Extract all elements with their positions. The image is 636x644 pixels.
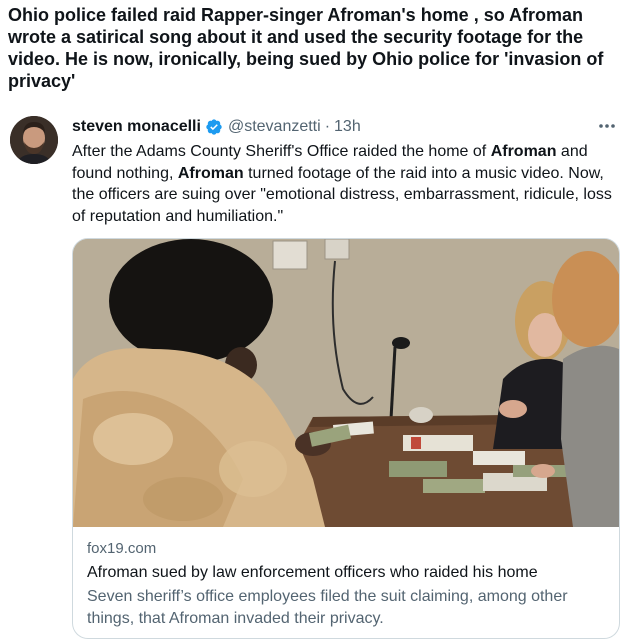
post-headline: Ohio police failed raid Rapper-singer Af… xyxy=(8,5,604,91)
tweet-text-bold: Afroman xyxy=(490,143,557,160)
timestamp[interactable]: 13h xyxy=(334,118,361,136)
more-button[interactable] xyxy=(596,118,618,134)
card-domain: fox19.com xyxy=(87,540,157,557)
author-handle[interactable]: @stevanzetti xyxy=(228,118,321,136)
tweet-text-part: After the Adams County Sheriff's Office … xyxy=(72,143,491,160)
link-card[interactable]: fox19.com Afroman sued by law enforcemen… xyxy=(72,238,620,639)
tweet-header: steven monacelli @stevanzetti · 13h xyxy=(72,117,361,137)
separator-dot: · xyxy=(324,118,331,135)
author-name[interactable]: steven monacelli xyxy=(72,118,201,136)
more-dots-icon xyxy=(599,124,615,128)
avatar[interactable] xyxy=(10,116,58,164)
card-photo xyxy=(73,239,619,527)
card-description: Seven sheriff’s office employees filed t… xyxy=(87,588,568,627)
tweet-text: After the Adams County Sheriff's Office … xyxy=(72,141,622,227)
profile-photo xyxy=(10,116,58,164)
tweet-text-bold: Afroman xyxy=(177,164,244,182)
verified-badge-icon xyxy=(206,119,222,135)
card-title: Afroman sued by law enforcement officers… xyxy=(87,564,538,581)
